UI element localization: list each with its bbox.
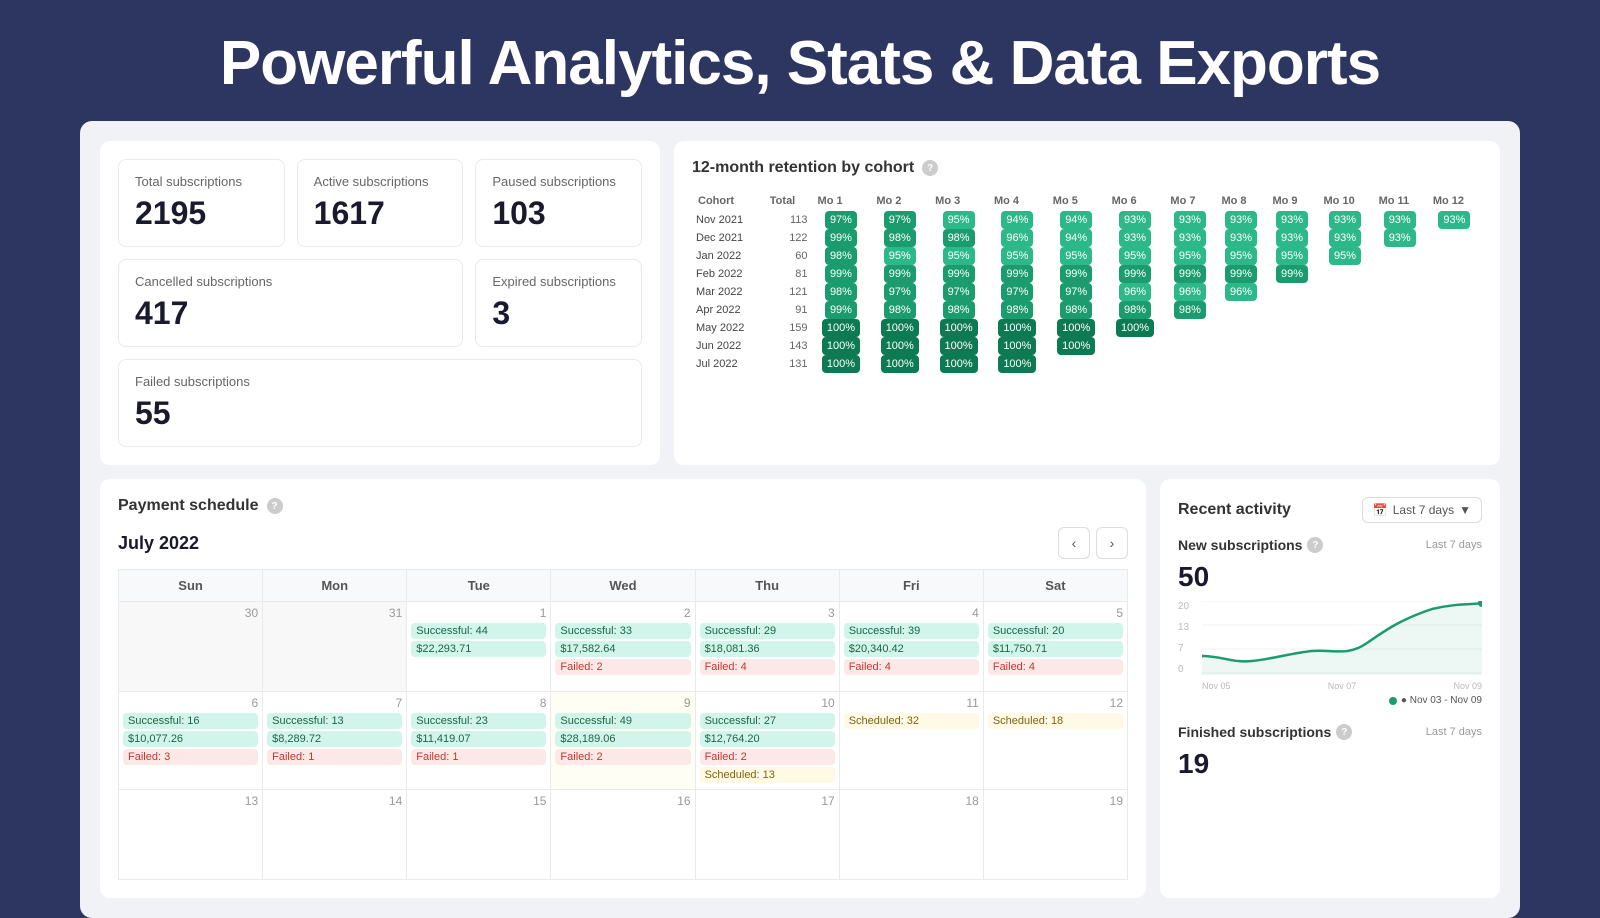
date-filter-button[interactable]: 📅 Last 7 days ▼ xyxy=(1362,497,1482,523)
active-subscriptions-label: Active subscriptions xyxy=(314,174,447,189)
calendar-nav: July 2022 ‹ › xyxy=(118,527,1128,559)
retention-header: 12-month retention by cohort ? xyxy=(692,159,1482,177)
retention-title: 12-month retention by cohort xyxy=(692,159,914,177)
calendar-grid: SunMonTueWedThuFriSat 30311Successful: 4… xyxy=(118,569,1128,880)
new-subscriptions-period: Last 7 days xyxy=(1426,539,1482,551)
finished-subscriptions-section: Finished subscriptions ? Last 7 days 19 xyxy=(1178,724,1482,780)
bottom-section: Payment schedule ? July 2022 ‹ › SunMonT… xyxy=(100,479,1500,898)
schedule-title: Payment schedule xyxy=(118,497,259,515)
finished-subscriptions-help-icon[interactable]: ? xyxy=(1336,724,1352,740)
nav-buttons: ‹ › xyxy=(1058,527,1128,559)
failed-subscriptions-value: 55 xyxy=(135,395,625,432)
paused-subscriptions-value: 103 xyxy=(492,195,625,232)
chart-date-label: ● Nov 03 - Nov 09 xyxy=(1178,695,1482,706)
finished-subscriptions-title: Finished subscriptions ? xyxy=(1178,724,1352,740)
retention-panel: 12-month retention by cohort ? CohortTot… xyxy=(674,141,1500,465)
new-subscriptions-header: New subscriptions ? Last 7 days xyxy=(1178,537,1482,553)
total-subscriptions-label: Total subscriptions xyxy=(135,174,268,189)
main-container: Total subscriptions 2195 Active subscrip… xyxy=(80,121,1520,918)
activity-panel: Recent activity 📅 Last 7 days ▼ New subs… xyxy=(1160,479,1500,898)
expired-subscriptions-card: Expired subscriptions 3 xyxy=(475,259,642,347)
finished-subscriptions-period: Last 7 days xyxy=(1426,726,1482,738)
total-subscriptions-value: 2195 xyxy=(135,195,268,232)
schedule-help-icon[interactable]: ? xyxy=(267,498,283,514)
calendar-month-title: July 2022 xyxy=(118,533,199,554)
new-subscriptions-section: New subscriptions ? Last 7 days 50 20 13… xyxy=(1178,537,1482,706)
new-subscriptions-count: 50 xyxy=(1178,561,1482,593)
retention-table: CohortTotalMo 1Mo 2Mo 3Mo 4Mo 5Mo 6Mo 7M… xyxy=(692,191,1482,373)
y-axis-labels: 20 13 7 0 xyxy=(1178,601,1198,675)
retention-help-icon[interactable]: ? xyxy=(922,160,938,176)
new-subscriptions-chart: 20 13 7 0 xyxy=(1178,601,1482,691)
activity-title: Recent activity xyxy=(1178,501,1291,519)
active-subscriptions-card: Active subscriptions 1617 xyxy=(297,159,464,247)
schedule-header: Payment schedule ? xyxy=(118,497,1128,515)
expired-subscriptions-label: Expired subscriptions xyxy=(492,274,625,289)
expired-subscriptions-value: 3 xyxy=(492,295,625,332)
total-subscriptions-card: Total subscriptions 2195 xyxy=(118,159,285,247)
chevron-down-icon: ▼ xyxy=(1459,503,1471,517)
cancelled-subscriptions-label: Cancelled subscriptions xyxy=(135,274,446,289)
page-title: Powerful Analytics, Stats & Data Exports xyxy=(0,0,1600,121)
chart-svg-area xyxy=(1202,601,1482,675)
x-axis-labels: Nov 05 Nov 07 Nov 09 xyxy=(1202,681,1482,691)
cancelled-subscriptions-card: Cancelled subscriptions 417 xyxy=(118,259,463,347)
paused-subscriptions-card: Paused subscriptions 103 xyxy=(475,159,642,247)
finished-subscriptions-header: Finished subscriptions ? Last 7 days xyxy=(1178,724,1482,740)
schedule-panel: Payment schedule ? July 2022 ‹ › SunMonT… xyxy=(100,479,1146,898)
activity-header: Recent activity 📅 Last 7 days ▼ xyxy=(1178,497,1482,523)
top-section: Total subscriptions 2195 Active subscrip… xyxy=(100,141,1500,465)
calendar-icon: 📅 xyxy=(1373,503,1388,517)
filter-label: Last 7 days xyxy=(1393,503,1454,517)
paused-subscriptions-label: Paused subscriptions xyxy=(492,174,625,189)
next-month-button[interactable]: › xyxy=(1096,527,1128,559)
failed-subscriptions-label: Failed subscriptions xyxy=(135,374,625,389)
failed-subscriptions-card: Failed subscriptions 55 xyxy=(118,359,642,447)
active-subscriptions-value: 1617 xyxy=(314,195,447,232)
new-subscriptions-help-icon[interactable]: ? xyxy=(1307,537,1323,553)
prev-month-button[interactable]: ‹ xyxy=(1058,527,1090,559)
finished-subscriptions-count: 19 xyxy=(1178,748,1482,780)
chart-dot xyxy=(1389,697,1397,705)
cancelled-subscriptions-value: 417 xyxy=(135,295,446,332)
new-subscriptions-title: New subscriptions ? xyxy=(1178,537,1323,553)
stats-panel: Total subscriptions 2195 Active subscrip… xyxy=(100,141,660,465)
